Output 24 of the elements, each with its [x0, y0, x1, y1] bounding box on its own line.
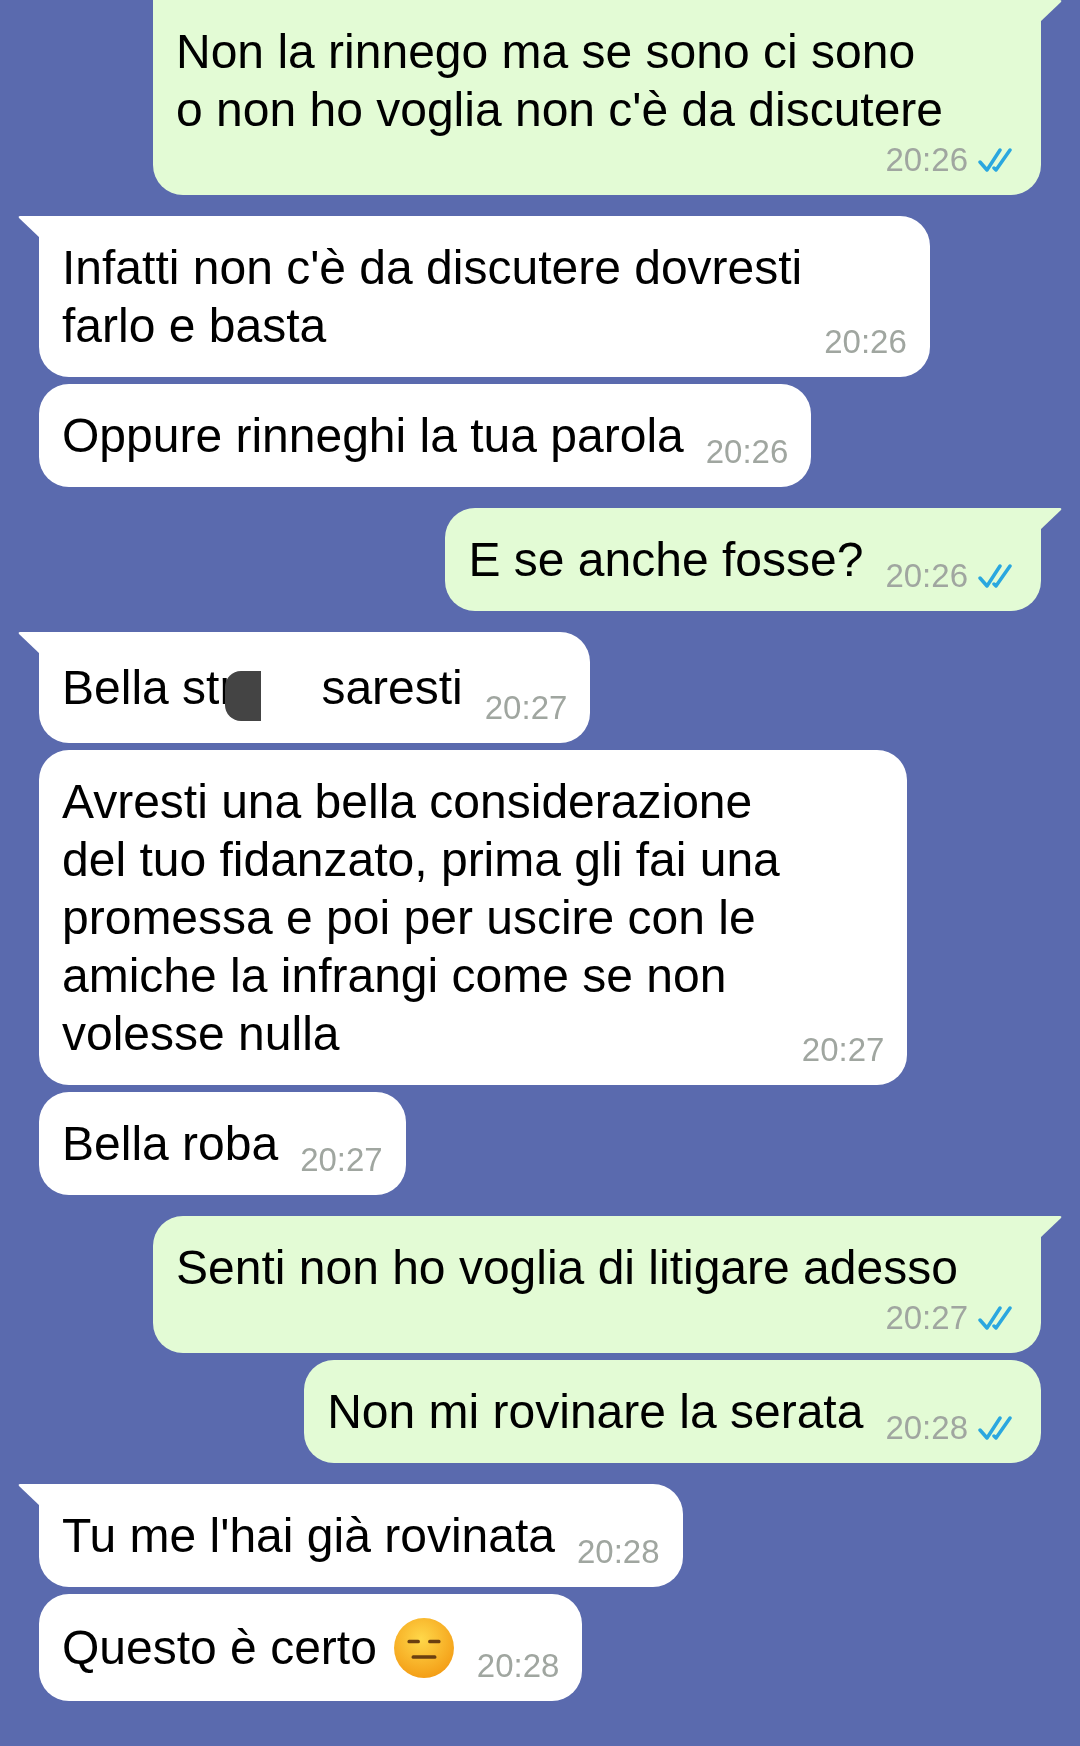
message-text: Non mi rovinare la serata	[327, 1384, 864, 1440]
message-text: saresti	[321, 660, 463, 716]
message-text: Avresti una bella considerazione del tuo fidanzato, prima gli fai una promessa e poi per uscire con le amiche la infrangi come se non volesse nulla	[62, 774, 780, 1062]
message-text: Infatti non c'è da discutere dovresti farlo e basta	[62, 240, 803, 354]
message-time: 20:26	[885, 556, 968, 596]
message-time: 20:28	[885, 1408, 968, 1448]
redaction-mark	[225, 671, 262, 721]
message-text: Senti non ho voglia di litigare adesso	[176, 1240, 958, 1296]
message-time: 20:27	[300, 1140, 383, 1180]
message-time: 20:28	[576, 1532, 660, 1572]
message-time: 20:26	[824, 322, 907, 362]
message-time: 20:26	[885, 140, 968, 180]
message-time: 20:27	[801, 1030, 885, 1070]
expressionless-face-icon	[392, 1617, 455, 1679]
message-time: 20:26	[705, 432, 789, 472]
message-text: Tu me l'hai già rovinata	[62, 1508, 555, 1564]
message-time: 20:28	[476, 1646, 560, 1686]
message-text: Non la rinnego ma se sono ci sono o non ho voglia non c'è da discutere	[176, 24, 944, 138]
message-text: Oppure rinneghi la tua parola	[62, 408, 684, 464]
message-text: E se anche fosse?	[468, 532, 864, 588]
message-time: 20:27	[885, 1298, 968, 1338]
message-text: Questo è certo	[62, 1620, 377, 1676]
message-time: 20:27	[484, 688, 568, 728]
message-text: Bella roba	[62, 1116, 279, 1172]
